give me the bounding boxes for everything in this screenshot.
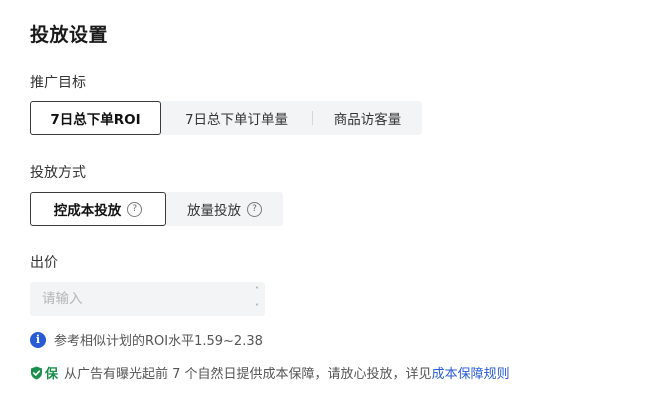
question-icon[interactable]: ? bbox=[247, 201, 262, 217]
guarantee-text: 从广告有曝光起前 7 个自然日提供成本保障，请放心投放，详见 bbox=[64, 367, 432, 382]
option-volume-label: 放量投放 bbox=[187, 203, 241, 219]
target-label: 推广目标 bbox=[30, 75, 86, 91]
bid-stepper: ˄ ˅ bbox=[249, 282, 265, 316]
stepper-down-icon[interactable]: ˅ bbox=[249, 299, 265, 316]
section-title: 投放设置 bbox=[30, 24, 109, 46]
bid-input[interactable] bbox=[30, 290, 244, 308]
stepper-up-icon[interactable]: ˄ bbox=[249, 282, 265, 299]
method-segmented-control: 控成本投放 ? 放量投放 ? bbox=[30, 192, 283, 226]
question-icon[interactable]: ? bbox=[127, 201, 143, 217]
bid-input-wrapper: ˄ ˅ bbox=[30, 282, 265, 316]
shield-check-icon bbox=[31, 366, 42, 379]
option-cost-control[interactable]: 控成本投放 ? bbox=[30, 192, 166, 226]
roi-hint-text: 参考相似计划的ROI水平1.59~2.38 bbox=[54, 334, 263, 349]
method-label: 投放方式 bbox=[30, 165, 86, 181]
bid-label: 出价 bbox=[30, 255, 58, 271]
guarantee-rules-link[interactable]: 成本保障规则 bbox=[432, 363, 510, 382]
option-visitors[interactable]: 商品访客量 bbox=[313, 101, 422, 135]
option-7day-roi[interactable]: 7日总下单ROI bbox=[30, 101, 161, 135]
info-icon: i bbox=[30, 331, 46, 348]
guarantee-badge: 保 bbox=[45, 367, 59, 382]
roi-hint: i 参考相似计划的ROI水平1.59~2.38 bbox=[30, 330, 263, 349]
cost-guarantee-notice: 保 从广告有曝光起前 7 个自然日提供成本保障，请放心投放，详见 成本保障规则 bbox=[30, 363, 510, 382]
target-segmented-control: 7日总下单ROI 7日总下单订单量 商品访客量 bbox=[30, 101, 422, 135]
option-volume[interactable]: 放量投放 ? bbox=[166, 192, 283, 226]
option-7day-orders[interactable]: 7日总下单订单量 bbox=[161, 101, 312, 135]
option-cost-control-label: 控成本投放 bbox=[53, 203, 122, 219]
